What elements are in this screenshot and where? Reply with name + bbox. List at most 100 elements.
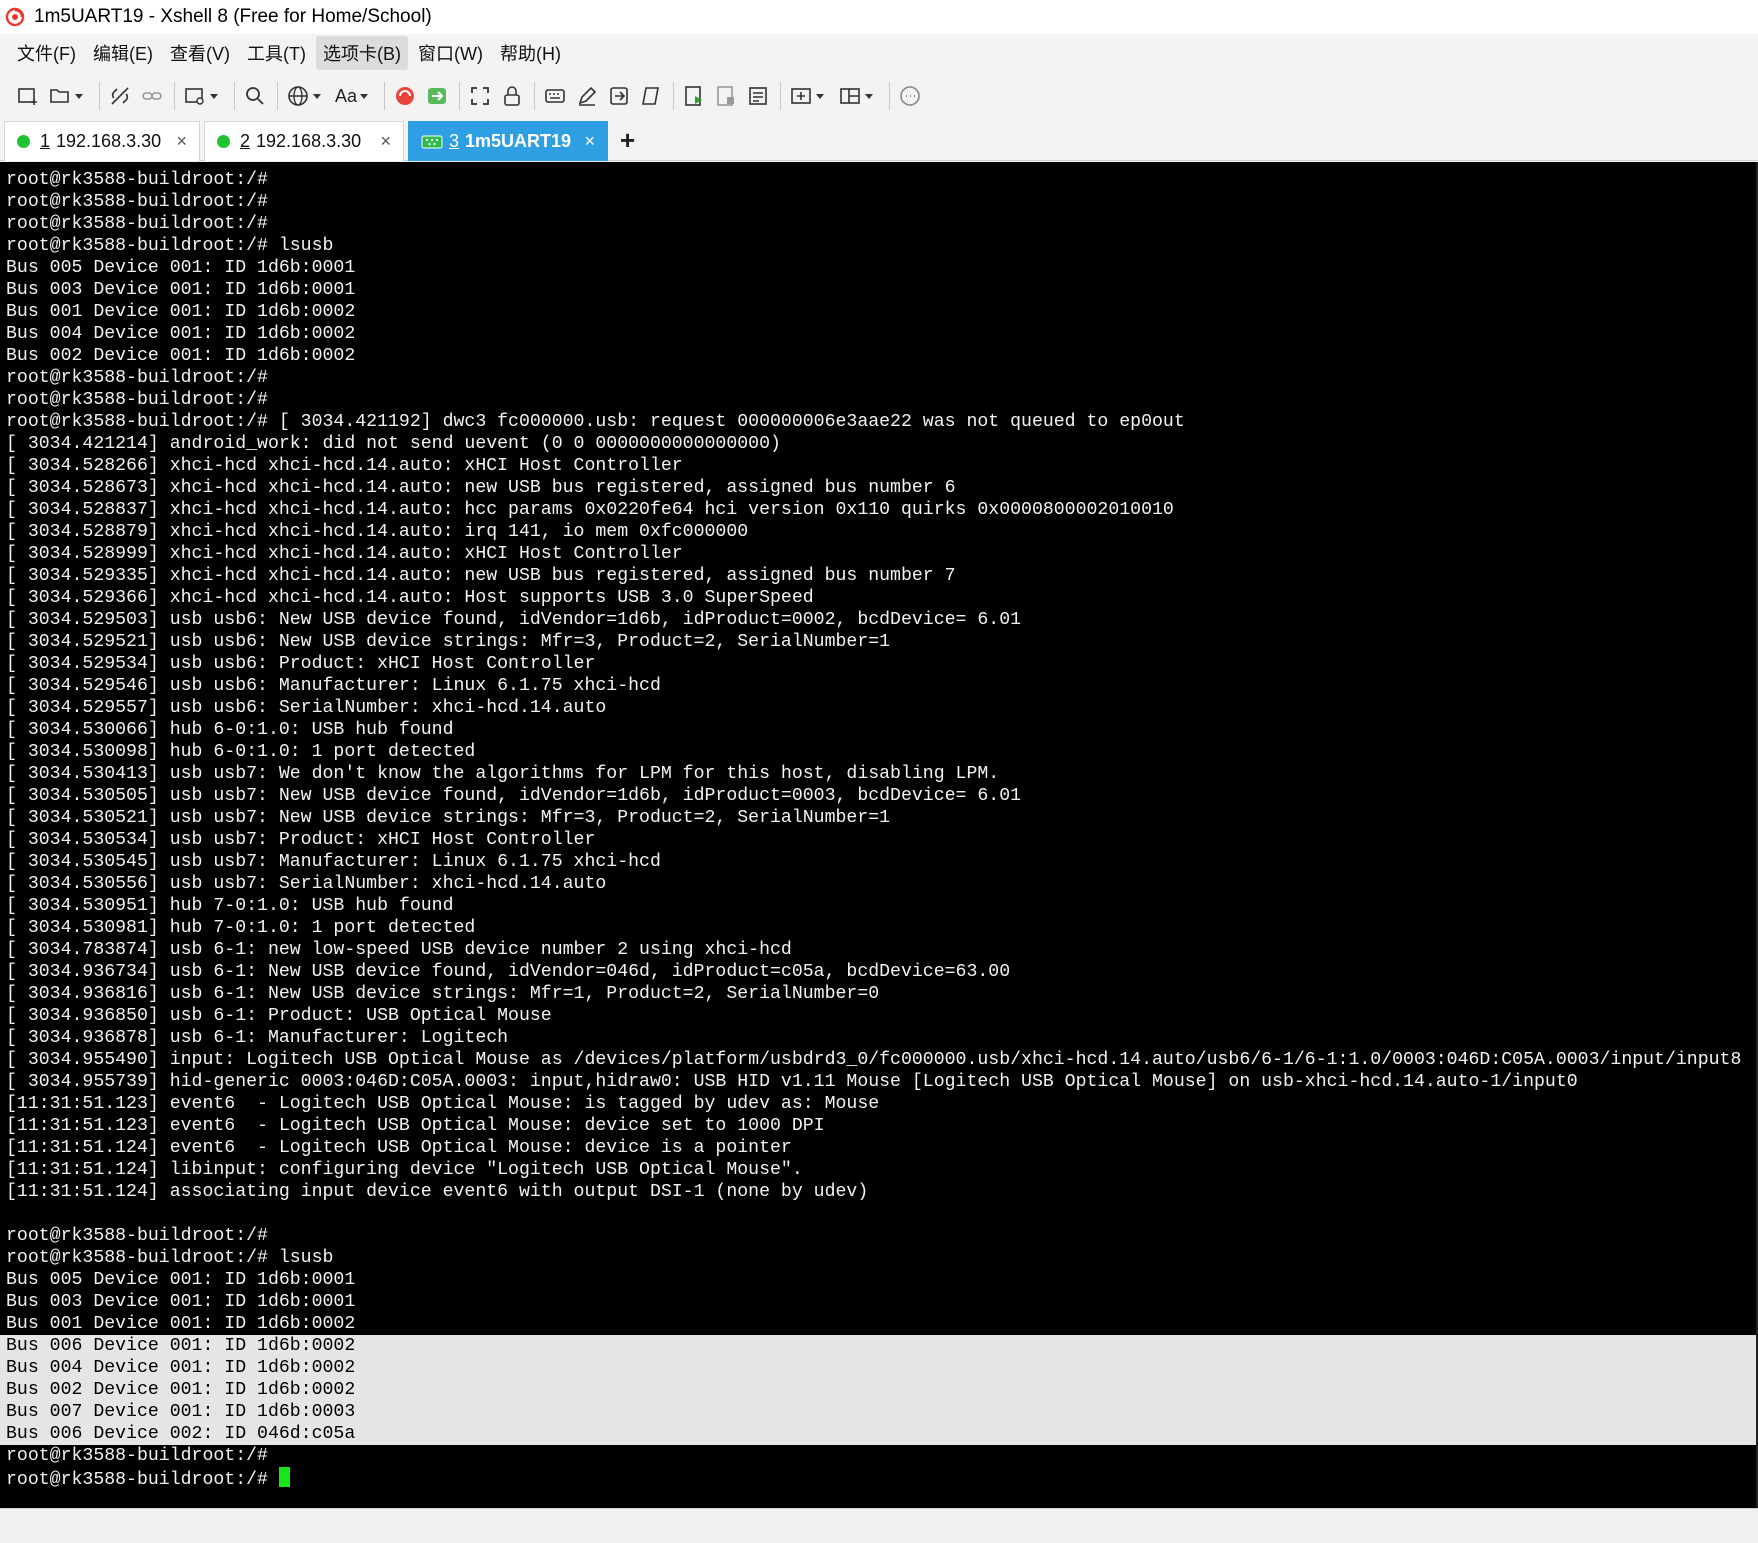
layout-icon[interactable]: [838, 80, 879, 112]
terminal-line: [ 3034.783874] usb 6-1: new low-speed US…: [6, 940, 792, 960]
open-dropdown-caret[interactable]: [75, 93, 83, 99]
add-tab-button[interactable]: +: [620, 120, 635, 160]
new-window-icon[interactable]: [183, 80, 224, 112]
tab-session-2[interactable]: 2 192.168.3.30 ×: [204, 121, 404, 161]
terminal-line: root@rk3588-buildroot:/# lsusb: [6, 1248, 334, 1268]
toolbar-separator: [99, 82, 100, 110]
transfer-icon[interactable]: [607, 80, 631, 112]
terminal-line: [ 3034.530951] hub 7-0:1.0: USB hub foun…: [6, 896, 454, 916]
terminal-line: Bus 001 Device 001: ID 1d6b:0002: [6, 1314, 356, 1334]
log-icon[interactable]: [746, 80, 770, 112]
menu-tools[interactable]: 工具(T): [240, 36, 313, 70]
window-dropdown-caret[interactable]: [210, 93, 218, 99]
terminal-line: [ 3034.528999] xhci-hcd xhci-hcd.14.auto…: [6, 544, 683, 564]
chat-icon[interactable]: [898, 80, 922, 112]
menu-file[interactable]: 文件(F): [10, 36, 83, 70]
terminal-input-line[interactable]: root@rk3588-buildroot:/#: [6, 1467, 290, 1489]
selected-terminal-line: Bus 006 Device 001: ID 1d6b:0002: [6, 1336, 356, 1356]
menu-help[interactable]: 帮助(H): [493, 36, 568, 70]
terminal-line: [ 3034.528266] xhci-hcd xhci-hcd.14.auto…: [6, 456, 683, 476]
menu-bar: 文件(F) 编辑(E) 查看(V) 工具(T) 选项卡(B) 窗口(W) 帮助(…: [0, 34, 1758, 72]
selected-terminal-line: Bus 006 Device 002: ID 046d:c05a: [6, 1424, 356, 1444]
tab-session-1[interactable]: 1 192.168.3.30 ×: [4, 121, 200, 161]
toolbar-separator: [234, 82, 235, 110]
toolbar-separator: [534, 82, 536, 110]
toolbar-separator: [384, 82, 386, 110]
terminal-line: root@rk3588-buildroot:/#: [6, 214, 268, 234]
script-icon[interactable]: [639, 80, 663, 112]
terminal-line: [ 3034.936816] usb 6-1: New USB device s…: [6, 984, 880, 1004]
toolbar-separator: [459, 82, 461, 110]
selected-terminal-line: Bus 004 Device 001: ID 1d6b:0002: [6, 1358, 356, 1378]
menu-view[interactable]: 查看(V): [163, 36, 237, 70]
terminal-line: [ 3034.528879] xhci-hcd xhci-hcd.14.auto…: [6, 522, 749, 542]
terminal-line: Bus 004 Device 001: ID 1d6b:0002: [6, 324, 356, 344]
run-script-icon[interactable]: [682, 80, 706, 112]
terminal-line: Bus 002 Device 001: ID 1d6b:0002: [6, 346, 356, 366]
disconnect-icon[interactable]: [108, 80, 132, 112]
tab-number: 1: [40, 131, 51, 151]
xftp-icon[interactable]: [425, 80, 449, 112]
terminal-area[interactable]: root@rk3588-buildroot:/# root@rk3588-buil…: [0, 162, 1758, 1508]
add-pane-icon[interactable]: [789, 80, 830, 112]
menu-edit[interactable]: 编辑(E): [86, 36, 160, 70]
tab-number: 3: [449, 131, 460, 151]
terminal-line: [11:31:51.124] libinput: configuring dev…: [6, 1160, 803, 1180]
stop-script-icon[interactable]: [714, 80, 738, 112]
terminal-line: [ 3034.936850] usb 6-1: Product: USB Opt…: [6, 1006, 552, 1026]
compose-icon[interactable]: [575, 80, 599, 112]
tab-label: 192.168.3.30: [56, 131, 162, 151]
font-dropdown-caret[interactable]: [360, 93, 369, 99]
terminal-line: [ 3034.421214] android_work: did not sen…: [6, 434, 781, 454]
terminal-line: [ 3034.529521] usb usb6: New USB device …: [6, 632, 891, 652]
terminal-prompt-area: root@rk3588-buildroot:/# root@rk3588-bui…: [6, 1445, 290, 1489]
window-title: 1m5UART19 - Xshell 8 (Free for Home/Scho…: [34, 6, 432, 27]
selected-terminal-line: Bus 007 Device 001: ID 1d6b:0003: [6, 1402, 356, 1422]
terminal-line: [ 3034.528673] xhci-hcd xhci-hcd.14.auto…: [6, 478, 956, 498]
new-session-icon[interactable]: [16, 80, 40, 112]
close-icon[interactable]: ×: [584, 131, 595, 152]
menu-window[interactable]: 窗口(W): [411, 36, 490, 70]
terminal-line: [ 3034.529335] xhci-hcd xhci-hcd.14.auto…: [6, 566, 956, 586]
toolbar-separator: [673, 82, 675, 110]
tab-bar: 1 192.168.3.30 × 2 192.168.3.30 × 3 1m5U…: [0, 120, 1758, 161]
terminal-line: root@rk3588-buildroot:/#: [6, 368, 268, 388]
terminal-line: root@rk3588-buildroot:/#: [6, 1226, 268, 1246]
selected-text-block[interactable]: Bus 006 Device 001: ID 1d6b:0002 Bus 004 …: [0, 1335, 1758, 1445]
terminal-line: Bus 003 Device 001: ID 1d6b:0001: [6, 1292, 356, 1312]
terminal-line: [ 3034.530413] usb usb7: We don't know t…: [6, 764, 1000, 784]
globe-icon[interactable]: [286, 80, 327, 112]
title-bar: 1m5UART19 - Xshell 8 (Free for Home/Scho…: [0, 0, 1758, 34]
lock-icon[interactable]: [500, 80, 524, 112]
keyboard-icon[interactable]: [543, 80, 567, 112]
search-icon[interactable]: [243, 80, 267, 112]
terminal-cursor: [278, 1467, 290, 1487]
open-folder-icon[interactable]: [48, 80, 89, 112]
tab-session-3[interactable]: 3 1m5UART19 ×: [408, 121, 608, 161]
terminal-line: root@rk3588-buildroot:/#: [6, 192, 268, 212]
terminal-line: root@rk3588-buildroot:/#: [6, 1446, 268, 1466]
terminal-line: root@rk3588-buildroot:/# lsusb: [6, 236, 334, 256]
connected-status-icon: [17, 135, 30, 148]
tab-label: 1m5UART19: [465, 131, 572, 151]
terminal-line: [ 3034.529503] usb usb6: New USB device …: [6, 610, 1022, 630]
tab-number: 2: [240, 131, 251, 151]
xshell-icon[interactable]: [393, 80, 417, 112]
layout-dropdown-caret[interactable]: [865, 93, 874, 99]
terminal-line: Bus 003 Device 001: ID 1d6b:0001: [6, 280, 356, 300]
encoding-dropdown-caret[interactable]: [313, 93, 321, 99]
close-icon[interactable]: ×: [176, 131, 187, 152]
terminal-line: [ 3034.528837] xhci-hcd xhci-hcd.14.auto…: [6, 500, 1174, 520]
close-icon[interactable]: ×: [380, 131, 391, 152]
terminal-line: [ 3034.530556] usb usb7: SerialNumber: x…: [6, 874, 607, 894]
menu-tabs[interactable]: 选项卡(B): [315, 36, 408, 70]
toolbar: Aa: [0, 72, 1758, 120]
terminal-line: [ 3034.529366] xhci-hcd xhci-hcd.14.auto…: [6, 588, 814, 608]
fullscreen-icon[interactable]: [468, 80, 492, 112]
link-icon[interactable]: [140, 80, 164, 112]
pane-dropdown-caret[interactable]: [816, 93, 825, 99]
xshell-app-icon: [4, 6, 26, 28]
font-icon[interactable]: Aa: [335, 80, 374, 112]
terminal-line: [ 3034.530066] hub 6-0:1.0: USB hub foun…: [6, 720, 454, 740]
terminal-line: [ 3034.530981] hub 7-0:1.0: 1 port detec…: [6, 918, 476, 938]
